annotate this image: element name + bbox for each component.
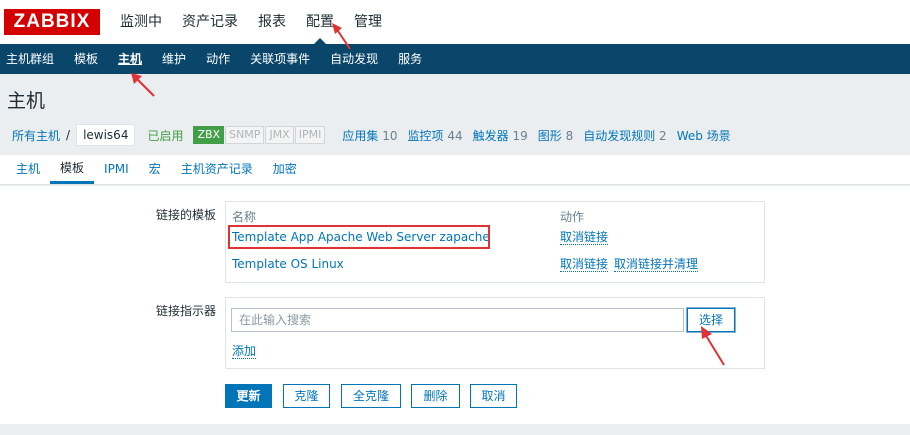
- full-clone-button[interactable]: 全克隆: [341, 384, 401, 408]
- badge-zbx: ZBX: [193, 126, 225, 144]
- submenu-event-correlation[interactable]: 关联项事件: [240, 44, 320, 74]
- zabbix-logo[interactable]: ZABBIX: [4, 9, 100, 35]
- cancel-button[interactable]: 取消: [470, 384, 517, 408]
- link-triggers-count: 19: [512, 128, 528, 143]
- link-web-scenarios-label: Web 场景: [676, 128, 731, 143]
- tab-inventory[interactable]: 主机资产记录: [171, 155, 263, 184]
- host-status-enabled[interactable]: 已启用: [147, 127, 183, 144]
- host-tabs: 主机 模板 IPMI 宏 主机资产记录 加密: [0, 155, 910, 185]
- tab-ipmi[interactable]: IPMI: [94, 155, 139, 184]
- tab-macros[interactable]: 宏: [139, 155, 171, 184]
- link-graphs-count: 8: [565, 128, 574, 143]
- link-applications-count: 10: [382, 128, 398, 143]
- breadcrumb-separator: /: [66, 128, 71, 142]
- unlink-clear-os-linux-link[interactable]: 取消链接并清理: [614, 257, 699, 272]
- col-name-header: 名称: [232, 210, 257, 224]
- link-indicator-label: 链接指示器: [155, 304, 216, 318]
- breadcrumb-current-host[interactable]: lewis64: [76, 124, 136, 146]
- clone-button[interactable]: 克隆: [283, 384, 330, 408]
- submenu-templates[interactable]: 模板: [64, 44, 108, 74]
- annotation-arrow-hosts: [131, 73, 155, 97]
- link-items[interactable]: 监控项 44: [407, 127, 462, 144]
- top-bar: ZABBIX 监测中 资产记录 报表 配置 管理: [0, 0, 910, 44]
- template-os-linux-link[interactable]: Template OS Linux: [232, 257, 344, 271]
- tab-encryption[interactable]: 加密: [263, 155, 307, 184]
- link-applications-label: 应用集: [342, 128, 379, 143]
- link-graphs-label: 图形: [537, 128, 562, 143]
- link-discovery-rules-count: 2: [659, 128, 667, 143]
- add-template-link[interactable]: 添加: [232, 344, 257, 359]
- tab-host[interactable]: 主机: [6, 155, 50, 184]
- unlink-apache-link[interactable]: 取消链接: [560, 230, 609, 245]
- breadcrumb-all-hosts[interactable]: 所有主机: [12, 127, 60, 144]
- submenu-maintenance[interactable]: 维护: [152, 44, 196, 74]
- unlink-os-linux-link[interactable]: 取消链接: [560, 257, 609, 272]
- linked-templates-label: 链接的模板: [155, 208, 216, 222]
- host-breadcrumb: 所有主机 / lewis64 已启用 ZBX SNMP JMX IPMI 应用集…: [0, 121, 910, 149]
- link-items-label: 监控项: [407, 128, 444, 143]
- template-search-input[interactable]: 在此输入搜索: [231, 308, 684, 332]
- link-discovery-rules[interactable]: 自动发现规则 2: [583, 127, 666, 144]
- topmenu-monitoring[interactable]: 监测中: [110, 0, 172, 44]
- link-items-count: 44: [447, 128, 463, 143]
- badge-ipmi: IPMI: [294, 126, 326, 144]
- annotation-arrow-select: [701, 326, 725, 366]
- topmenu-reports[interactable]: 报表: [248, 0, 296, 44]
- link-triggers[interactable]: 触发器 19: [473, 127, 528, 144]
- badge-snmp: SNMP: [225, 126, 265, 144]
- annotation-highlight-box: [228, 225, 490, 249]
- tab-templates[interactable]: 模板: [50, 155, 95, 184]
- availability-badges: ZBX SNMP JMX IPMI: [193, 126, 326, 144]
- submenu-host-groups[interactable]: 主机群组: [0, 44, 64, 74]
- submenu-actions[interactable]: 动作: [196, 44, 240, 74]
- delete-button[interactable]: 删除: [411, 384, 460, 408]
- topmenu-inventory[interactable]: 资产记录: [172, 0, 248, 44]
- link-discovery-rules-label: 自动发现规则: [583, 128, 656, 143]
- link-triggers-label: 触发器: [472, 128, 509, 143]
- submenu-services[interactable]: 服务: [388, 44, 432, 74]
- link-web-scenarios[interactable]: Web 场景: [677, 127, 731, 144]
- col-action-header: 动作: [560, 210, 585, 224]
- link-applications[interactable]: 应用集 10: [342, 127, 397, 144]
- link-graphs[interactable]: 图形 8: [538, 127, 573, 144]
- update-button[interactable]: 更新: [225, 384, 272, 408]
- badge-jmx: JMX: [265, 126, 294, 144]
- annotation-arrow-configuration: [332, 23, 351, 50]
- page-title: 主机: [7, 90, 46, 112]
